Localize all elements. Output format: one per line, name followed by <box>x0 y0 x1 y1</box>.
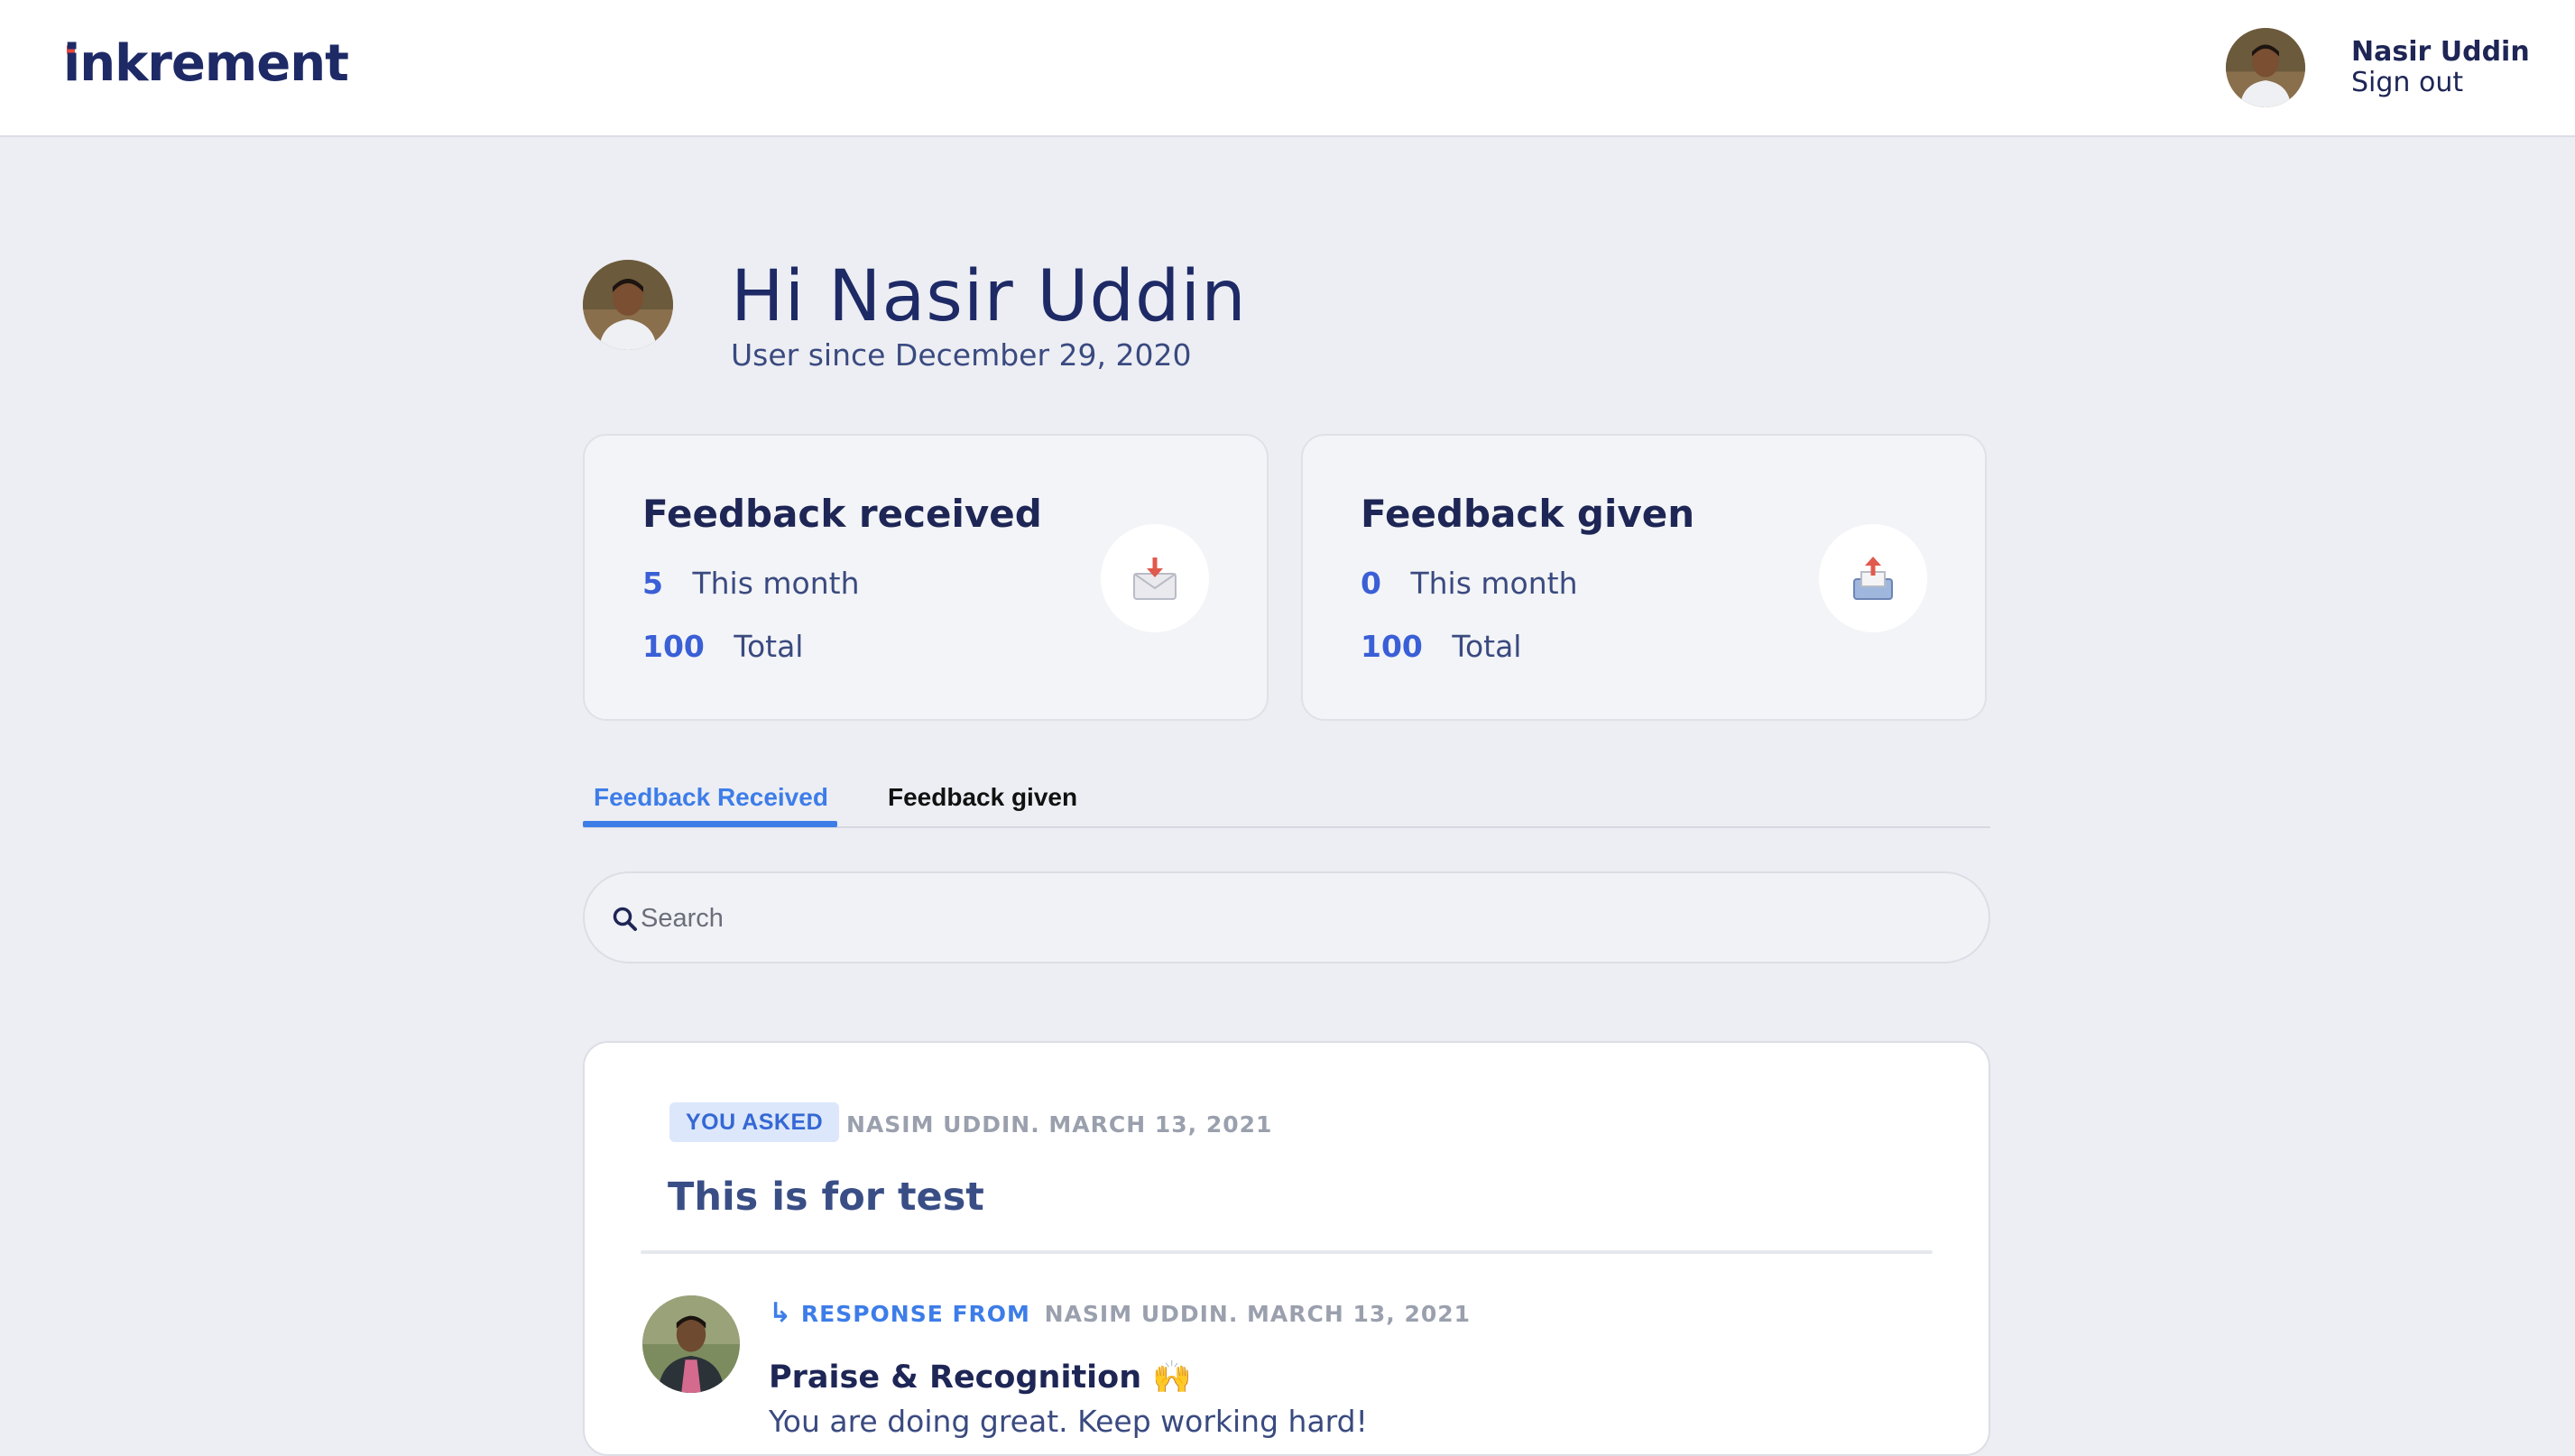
active-tab-indicator <box>583 821 837 827</box>
divider <box>641 1250 1933 1254</box>
total-stat: 100 Total <box>642 629 803 664</box>
header-avatar[interactable] <box>2226 28 2305 107</box>
tab-feedback-received[interactable]: Feedback Received <box>594 783 828 812</box>
you-asked-badge: YOU ASKED <box>669 1102 840 1142</box>
profile-avatar <box>583 260 673 350</box>
month-stat: 5 This month <box>642 566 860 601</box>
responder-avatar <box>642 1295 740 1393</box>
search-bar <box>583 871 1990 963</box>
total-count: 100 <box>642 629 705 664</box>
month-stat: 0 This month <box>1361 566 1578 601</box>
feedback-tabs: Feedback Received Feedback given <box>583 776 1990 828</box>
member-since-text: User since December 29, 2020 <box>731 337 1192 373</box>
month-label: This month <box>1410 566 1578 601</box>
month-count: 0 <box>1361 566 1381 601</box>
month-label: This month <box>692 566 860 601</box>
card-title: Feedback received <box>642 492 1042 536</box>
outbox-tray-icon <box>1819 524 1927 632</box>
tab-feedback-given[interactable]: Feedback given <box>888 783 1077 812</box>
search-icon <box>613 907 637 931</box>
response-meta: NASIM UDDIN. MARCH 13, 2021 <box>1044 1301 1472 1327</box>
top-header: inkrement Nasir Uddin Sign out <box>0 0 2575 137</box>
request-meta: NASIM UDDIN. MARCH 13, 2021 <box>846 1111 1273 1138</box>
feedback-given-card: Feedback given 0 This month 100 Total <box>1301 434 1987 721</box>
header-user-name: Nasir Uddin <box>2351 36 2530 68</box>
feedback-received-card: Feedback received 5 This month 100 Total <box>583 434 1269 721</box>
feedback-title[interactable]: This is for test <box>668 1175 984 1220</box>
response-header: ↳ RESPONSE FROM NASIM UDDIN. MARCH 13, 2… <box>769 1297 1471 1329</box>
page-title: Hi Nasir Uddin <box>731 256 1247 337</box>
search-input[interactable] <box>641 893 1958 944</box>
feedback-item-card[interactable]: YOU ASKED NASIM UDDIN. MARCH 13, 2021 Th… <box>583 1041 1990 1456</box>
total-count: 100 <box>1361 629 1423 664</box>
inbox-tray-icon <box>1101 524 1209 632</box>
total-stat: 100 Total <box>1361 629 1521 664</box>
response-from-label: RESPONSE FROM <box>800 1301 1030 1327</box>
reply-arrow-icon: ↳ <box>769 1297 793 1329</box>
month-count: 5 <box>642 566 663 601</box>
response-text: You are doing great. Keep working hard! <box>769 1404 1368 1439</box>
response-category: Praise & Recognition 🙌 <box>769 1359 1192 1396</box>
total-label: Total <box>1452 629 1522 664</box>
total-label: Total <box>734 629 804 664</box>
card-title: Feedback given <box>1361 492 1695 536</box>
signout-link[interactable]: Sign out <box>2351 67 2463 98</box>
app-logo[interactable]: inkrement <box>63 34 349 93</box>
